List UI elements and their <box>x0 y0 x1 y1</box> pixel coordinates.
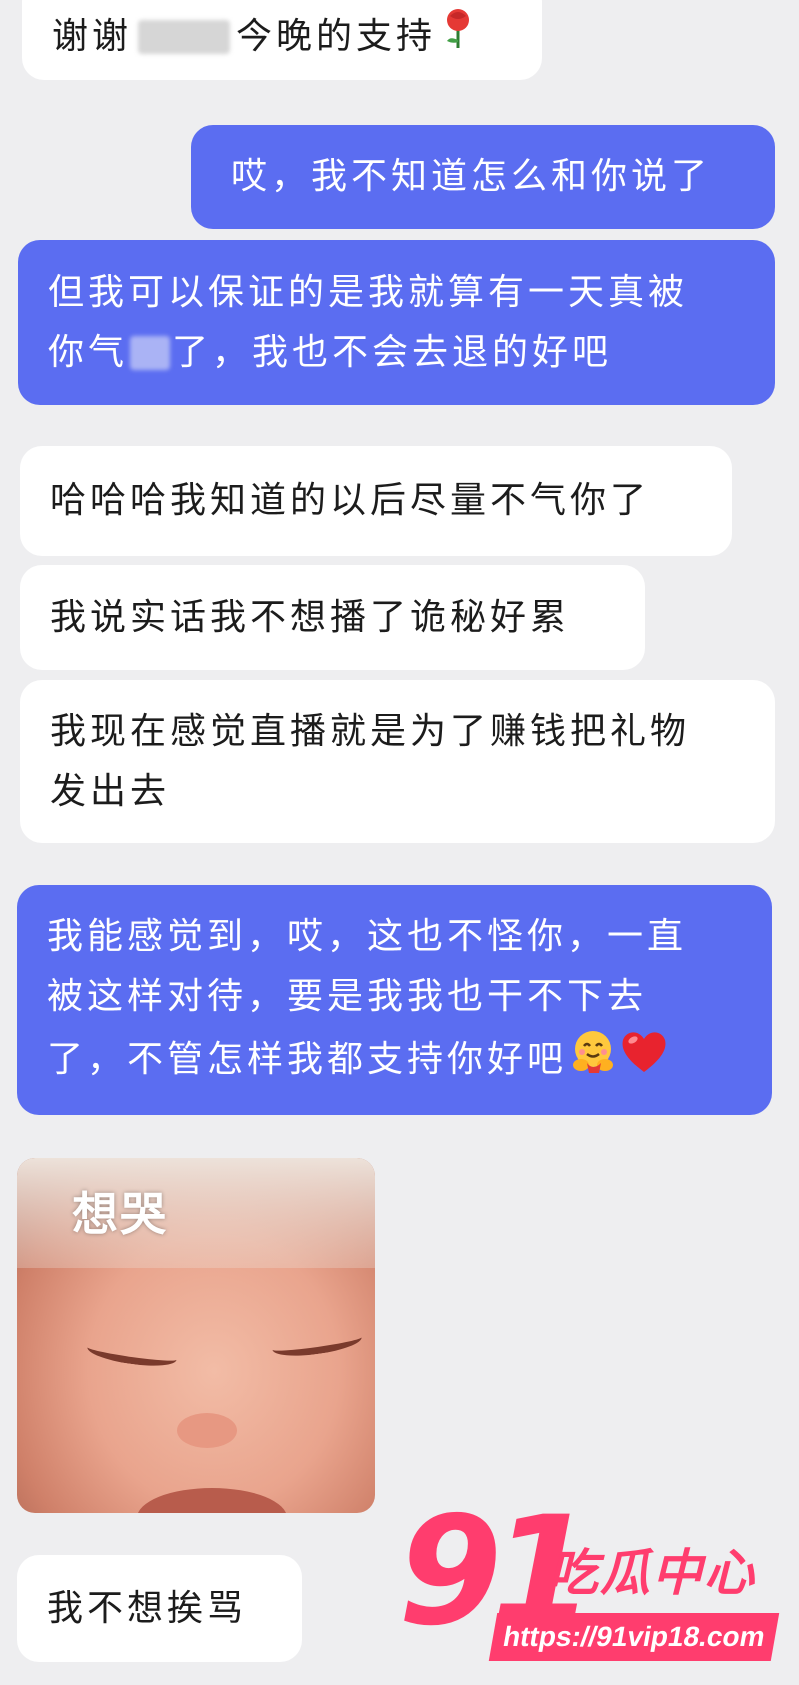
sticker-mouth <box>137 1488 287 1513</box>
message-text: 今晚的支持 <box>236 16 437 57</box>
message-text: 发出去 <box>50 770 171 812</box>
message-text: 我不想挨骂 <box>47 1587 248 1629</box>
red-heart-icon <box>619 1028 669 1093</box>
message-bubble-incoming[interactable]: 谢谢 今晚的支持 <box>22 0 542 80</box>
sticker-background <box>17 1158 375 1268</box>
message-text: 被这样对待，要是我我也干不下去 <box>47 975 648 1017</box>
message-text: 我能感觉到，哎，这也不怪你，一直 <box>47 915 688 957</box>
message-text: 了，不管怎样我都支持你好吧 <box>47 1039 568 1080</box>
message-bubble-outgoing[interactable]: 但我可以保证的是我就算有一天真被 你气 了，我也不会去退的好吧 <box>18 240 775 405</box>
redacted-name <box>138 20 231 54</box>
watermark-url: https://91vip18.com <box>488 1613 780 1661</box>
message-text: 了，我也不会去退的好吧 <box>172 331 613 373</box>
sticker-eye-left <box>85 1336 179 1371</box>
message-text: 谢谢 <box>52 16 133 57</box>
message-text: 哈哈哈我知道的以后尽量不气你了 <box>50 480 651 521</box>
sticker-nose <box>177 1413 237 1448</box>
message-bubble-incoming[interactable]: 我不想挨骂 <box>17 1555 302 1662</box>
message-text: 但我可以保证的是我就算有一天真被 <box>48 271 689 313</box>
sticker-caption: 想哭 <box>72 1187 168 1241</box>
crying-baby-sticker[interactable]: 想哭 <box>17 1158 375 1513</box>
message-bubble-incoming[interactable]: 我说实话我不想播了诡秘好累 <box>20 565 645 670</box>
message-bubble-incoming[interactable]: 哈哈哈我知道的以后尽量不气你了 <box>20 446 732 556</box>
redacted-word <box>130 335 171 370</box>
message-text: 我说实话我不想播了诡秘好累 <box>50 596 571 638</box>
message-text: 哎，我不知道怎么和你说了 <box>231 156 712 197</box>
site-watermark: 91 吃瓜中心 https://91vip18.com <box>398 1485 788 1675</box>
message-text: 你气 <box>48 331 129 373</box>
message-bubble-incoming[interactable]: 我现在感觉直播就是为了赚钱把礼物 发出去 <box>20 680 775 843</box>
watermark-url-text: https://91vip18.com <box>500 1621 768 1652</box>
message-bubble-outgoing[interactable]: 哎，我不知道怎么和你说了 <box>191 125 775 229</box>
rose-icon <box>438 6 478 69</box>
message-text: 我现在感觉直播就是为了赚钱把礼物 <box>50 710 691 752</box>
message-bubble-outgoing[interactable]: 我能感觉到，哎，这也不怪你，一直 被这样对待，要是我我也干不下去 了，不管怎样我… <box>17 885 772 1115</box>
hugging-face-icon <box>569 1027 617 1094</box>
watermark-title: 吃瓜中心 <box>548 1544 756 1602</box>
sticker-eye-right <box>270 1326 364 1361</box>
